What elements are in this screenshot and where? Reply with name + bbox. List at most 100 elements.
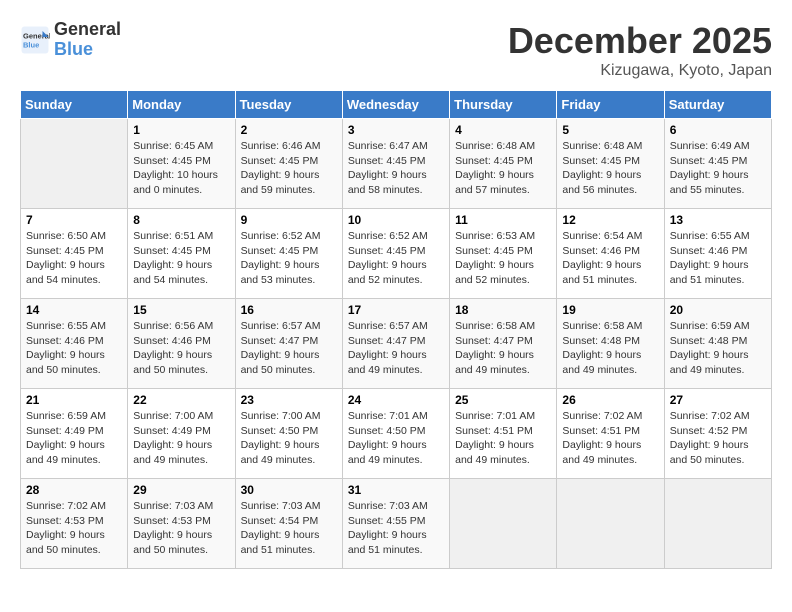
col-header-wednesday: Wednesday — [342, 91, 449, 119]
day-info: Sunrise: 6:55 AMSunset: 4:46 PMDaylight:… — [670, 229, 766, 288]
day-number: 20 — [670, 303, 766, 317]
day-number: 1 — [133, 123, 229, 137]
day-number: 30 — [241, 483, 337, 497]
logo-text: GeneralBlue — [54, 20, 121, 60]
day-cell: 20Sunrise: 6:59 AMSunset: 4:48 PMDayligh… — [664, 299, 771, 389]
day-cell — [21, 119, 128, 209]
day-cell — [557, 479, 664, 569]
day-cell: 31 Sunrise: 7:03 AMSunset: 4:55 PMDayligh… — [342, 479, 449, 569]
day-number: 9 — [241, 213, 337, 227]
day-cell: 11 Sunrise: 6:53 AMSunset: 4:45 PMDayligh… — [450, 209, 557, 299]
day-info: Sunrise: 6:50 AMSunset: 4:45 PMDaylight:… — [26, 229, 122, 288]
day-cell: 2 Sunrise: 6:46 AMSunset: 4:45 PMDaylight… — [235, 119, 342, 209]
day-number: 8 — [133, 213, 229, 227]
day-number: 25 — [455, 393, 551, 407]
day-cell: 16Sunrise: 6:57 AMSunset: 4:47 PMDayligh… — [235, 299, 342, 389]
day-cell: 7 Sunrise: 6:50 AMSunset: 4:45 PMDaylight… — [21, 209, 128, 299]
day-number: 17 — [348, 303, 444, 317]
day-info: Sunrise: 7:00 AMSunset: 4:50 PMDaylight:… — [241, 409, 337, 468]
logo-icon: General Blue — [20, 25, 50, 55]
day-number: 7 — [26, 213, 122, 227]
month-title: December 2025 — [508, 20, 772, 62]
day-cell: 3 Sunrise: 6:47 AMSunset: 4:45 PMDaylight… — [342, 119, 449, 209]
day-info: Sunrise: 7:02 AMSunset: 4:52 PMDaylight:… — [670, 409, 766, 468]
day-number: 29 — [133, 483, 229, 497]
day-number: 27 — [670, 393, 766, 407]
day-info: Sunrise: 6:58 AMSunset: 4:48 PMDaylight:… — [562, 319, 658, 378]
day-info: Sunrise: 6:48 AMSunset: 4:45 PMDaylight:… — [455, 139, 551, 198]
svg-text:Blue: Blue — [23, 40, 39, 49]
col-header-saturday: Saturday — [664, 91, 771, 119]
day-info: Sunrise: 7:03 AMSunset: 4:55 PMDaylight:… — [348, 499, 444, 558]
day-cell: 28 Sunrise: 7:02 AMSunset: 4:53 PMDayligh… — [21, 479, 128, 569]
day-info: Sunrise: 7:03 AMSunset: 4:54 PMDaylight:… — [241, 499, 337, 558]
day-info: Sunrise: 6:57 AMSunset: 4:47 PMDaylight:… — [241, 319, 337, 378]
week-row-4: 21 Sunrise: 6:59 AMSunset: 4:49 PMDayligh… — [21, 389, 772, 479]
day-cell: 1 Sunrise: 6:45 AMSunset: 4:45 PMDaylight… — [128, 119, 235, 209]
day-number: 31 — [348, 483, 444, 497]
col-header-tuesday: Tuesday — [235, 91, 342, 119]
day-number: 15 — [133, 303, 229, 317]
day-info: Sunrise: 6:46 AMSunset: 4:45 PMDaylight:… — [241, 139, 337, 198]
day-number: 3 — [348, 123, 444, 137]
day-cell: 5Sunrise: 6:48 AMSunset: 4:45 PMDaylight… — [557, 119, 664, 209]
day-info: Sunrise: 6:59 AMSunset: 4:49 PMDaylight:… — [26, 409, 122, 468]
day-cell: 19 Sunrise: 6:58 AMSunset: 4:48 PMDayligh… — [557, 299, 664, 389]
day-cell: 8 Sunrise: 6:51 AMSunset: 4:45 PMDaylight… — [128, 209, 235, 299]
day-cell: 13 Sunrise: 6:55 AMSunset: 4:46 PMDayligh… — [664, 209, 771, 299]
day-number: 14 — [26, 303, 122, 317]
logo: General Blue GeneralBlue — [20, 20, 121, 60]
day-number: 22 — [133, 393, 229, 407]
day-info: Sunrise: 6:47 AMSunset: 4:45 PMDaylight:… — [348, 139, 444, 198]
day-cell: 14 Sunrise: 6:55 AMSunset: 4:46 PMDayligh… — [21, 299, 128, 389]
day-number: 10 — [348, 213, 444, 227]
calendar-header-row: SundayMondayTuesdayWednesdayThursdayFrid… — [21, 91, 772, 119]
day-number: 24 — [348, 393, 444, 407]
day-cell — [450, 479, 557, 569]
day-cell: 22 Sunrise: 7:00 AMSunset: 4:49 PMDayligh… — [128, 389, 235, 479]
day-number: 13 — [670, 213, 766, 227]
location: Kizugawa, Kyoto, Japan — [508, 62, 772, 80]
col-header-friday: Friday — [557, 91, 664, 119]
day-cell: 12 Sunrise: 6:54 AMSunset: 4:46 PMDayligh… — [557, 209, 664, 299]
day-info: Sunrise: 6:54 AMSunset: 4:46 PMDaylight:… — [562, 229, 658, 288]
col-header-monday: Monday — [128, 91, 235, 119]
day-info: Sunrise: 6:53 AMSunset: 4:45 PMDaylight:… — [455, 229, 551, 288]
col-header-thursday: Thursday — [450, 91, 557, 119]
header: General Blue GeneralBlue December 2025 K… — [20, 20, 772, 80]
day-number: 11 — [455, 213, 551, 227]
day-info: Sunrise: 7:00 AMSunset: 4:49 PMDaylight:… — [133, 409, 229, 468]
day-number: 12 — [562, 213, 658, 227]
day-cell: 24 Sunrise: 7:01 AMSunset: 4:50 PMDayligh… — [342, 389, 449, 479]
day-number: 6 — [670, 123, 766, 137]
day-info: Sunrise: 6:58 AMSunset: 4:47 PMDaylight:… — [455, 319, 551, 378]
calendar-table: SundayMondayTuesdayWednesdayThursdayFrid… — [20, 90, 772, 569]
title-area: December 2025 Kizugawa, Kyoto, Japan — [508, 20, 772, 80]
col-header-sunday: Sunday — [21, 91, 128, 119]
day-number: 19 — [562, 303, 658, 317]
day-info: Sunrise: 6:57 AMSunset: 4:47 PMDaylight:… — [348, 319, 444, 378]
day-info: Sunrise: 7:01 AMSunset: 4:50 PMDaylight:… — [348, 409, 444, 468]
day-cell: 4Sunrise: 6:48 AMSunset: 4:45 PMDaylight… — [450, 119, 557, 209]
day-cell — [664, 479, 771, 569]
day-number: 21 — [26, 393, 122, 407]
day-info: Sunrise: 7:02 AMSunset: 4:53 PMDaylight:… — [26, 499, 122, 558]
day-cell: 25Sunrise: 7:01 AMSunset: 4:51 PMDayligh… — [450, 389, 557, 479]
week-row-2: 7 Sunrise: 6:50 AMSunset: 4:45 PMDaylight… — [21, 209, 772, 299]
day-cell: 18Sunrise: 6:58 AMSunset: 4:47 PMDayligh… — [450, 299, 557, 389]
day-number: 28 — [26, 483, 122, 497]
day-number: 2 — [241, 123, 337, 137]
day-cell: 10Sunrise: 6:52 AMSunset: 4:45 PMDayligh… — [342, 209, 449, 299]
day-info: Sunrise: 6:56 AMSunset: 4:46 PMDaylight:… — [133, 319, 229, 378]
day-cell: 15 Sunrise: 6:56 AMSunset: 4:46 PMDayligh… — [128, 299, 235, 389]
day-info: Sunrise: 6:51 AMSunset: 4:45 PMDaylight:… — [133, 229, 229, 288]
day-info: Sunrise: 6:55 AMSunset: 4:46 PMDaylight:… — [26, 319, 122, 378]
day-cell: 17 Sunrise: 6:57 AMSunset: 4:47 PMDayligh… — [342, 299, 449, 389]
week-row-3: 14 Sunrise: 6:55 AMSunset: 4:46 PMDayligh… — [21, 299, 772, 389]
week-row-5: 28 Sunrise: 7:02 AMSunset: 4:53 PMDayligh… — [21, 479, 772, 569]
day-cell: 6Sunrise: 6:49 AMSunset: 4:45 PMDaylight… — [664, 119, 771, 209]
day-cell: 21 Sunrise: 6:59 AMSunset: 4:49 PMDayligh… — [21, 389, 128, 479]
day-cell: 29Sunrise: 7:03 AMSunset: 4:53 PMDayligh… — [128, 479, 235, 569]
day-cell: 27 Sunrise: 7:02 AMSunset: 4:52 PMDayligh… — [664, 389, 771, 479]
day-info: Sunrise: 6:45 AMSunset: 4:45 PMDaylight:… — [133, 139, 229, 198]
